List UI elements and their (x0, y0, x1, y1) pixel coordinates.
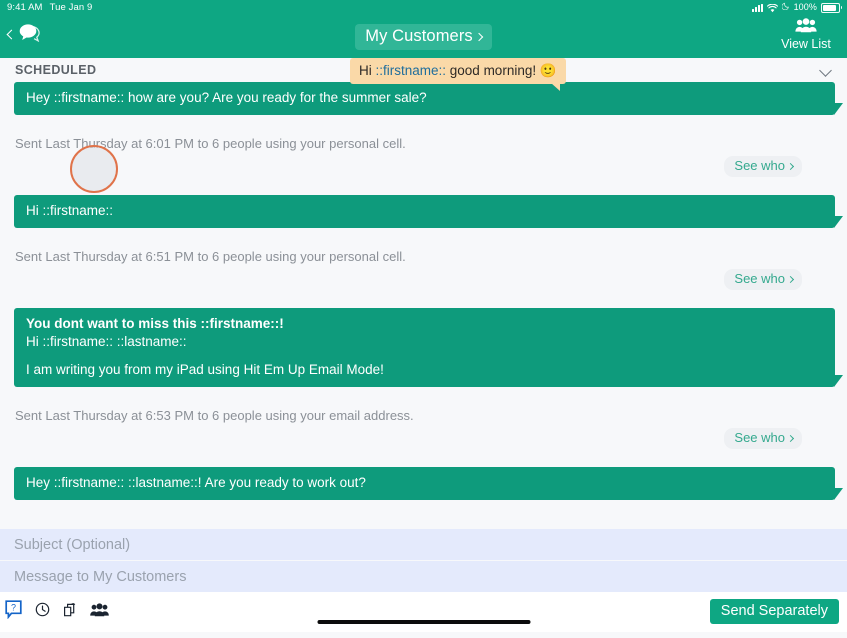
message-bubble[interactable]: Hi ::firstname:: (14, 195, 843, 228)
status-bar: 9:41 AM Tue Jan 9 100% (0, 0, 847, 15)
list-item: Hi ::firstname:: Sent Last Thursday at 6… (0, 195, 847, 290)
chevron-right-icon (786, 434, 795, 442)
see-who-row: See who (0, 269, 847, 290)
see-who-label: See who (734, 430, 785, 445)
composer: Subject (Optional) Message to My Custome… (0, 528, 847, 638)
navigation-bar: My Customers View List (0, 15, 847, 58)
nav-title-label: My Customers (365, 27, 473, 45)
scheduled-message-list[interactable]: Hey ::firstname:: how are you? Are you r… (0, 82, 847, 528)
see-who-button[interactable]: See who (724, 269, 802, 290)
svg-text:?: ? (11, 603, 16, 613)
wifi-icon (766, 3, 778, 13)
chevron-down-icon[interactable] (819, 64, 832, 77)
duplicate-copy-icon[interactable] (62, 602, 78, 618)
message-line: Hi ::firstname:: ::lastname:: (26, 334, 187, 349)
see-who-button[interactable]: See who (724, 156, 802, 177)
sample-message-tooltip: Hi ::firstname:: good morning! 🙂 (350, 58, 566, 91)
sent-meta: Sent Last Thursday at 6:51 PM to 6 peopl… (15, 249, 406, 264)
message-bubble[interactable]: You dont want to miss this ::firstname::… (14, 308, 843, 387)
message-line-blank (26, 351, 823, 361)
nav-title-wrap: My Customers (0, 24, 847, 50)
divider (0, 290, 847, 308)
see-who-button[interactable]: See who (724, 428, 802, 449)
bottom-strip (0, 632, 847, 638)
see-who-label: See who (734, 158, 785, 173)
list-item: Hey ::firstname:: how are you? Are you r… (0, 82, 847, 177)
see-who-row: See who (0, 156, 847, 177)
app-root: 9:41 AM Tue Jan 9 100% My Customers View… (0, 0, 847, 638)
list-item: You dont want to miss this ::firstname::… (0, 308, 847, 449)
status-bar-left: 9:41 AM Tue Jan 9 (7, 0, 92, 15)
status-date: Tue Jan 9 (49, 2, 93, 13)
tooltip-suffix: good morning! (446, 63, 540, 78)
sent-meta: Sent Last Thursday at 6:01 PM to 6 peopl… (15, 136, 406, 151)
see-who-label: See who (734, 271, 785, 286)
smiley-icon: 🙂 (539, 63, 557, 78)
message-line: Hi ::firstname:: (26, 203, 114, 218)
battery-percent: 100% (793, 2, 817, 12)
status-bar-right: 100% (751, 0, 842, 15)
battery-icon (821, 2, 842, 13)
message-bubble[interactable]: Hey ::firstname:: ::lastname::! Are you … (14, 467, 843, 500)
chevron-right-icon (786, 275, 795, 283)
view-list-label: View List (781, 37, 831, 51)
cellular-signal-icon (751, 3, 763, 12)
help-question-icon[interactable]: ? (4, 600, 23, 619)
message-placeholder: Message to My Customers (14, 568, 187, 585)
view-list-button[interactable]: View List (771, 18, 841, 51)
message-bubble[interactable]: Hey ::firstname:: how are you? Are you r… (14, 82, 843, 115)
sent-meta: Sent Last Thursday at 6:53 PM to 6 peopl… (15, 408, 414, 423)
status-time: 9:41 AM (7, 2, 43, 13)
message-line: I am writing you from my iPad using Hit … (26, 362, 384, 377)
message-line: Hey ::firstname:: how are you? Are you r… (26, 90, 427, 105)
send-separately-button[interactable]: Send Separately (709, 599, 839, 624)
clock-icon[interactable] (35, 602, 50, 617)
home-indicator (317, 620, 530, 624)
message-line: Hey ::firstname:: ::lastname::! Are you … (26, 475, 366, 490)
divider (0, 177, 847, 195)
subject-placeholder: Subject (Optional) (14, 536, 131, 553)
group-people-icon (795, 18, 817, 36)
composer-tool-icons: ? (4, 600, 109, 619)
divider (0, 449, 847, 467)
moon-icon (781, 0, 790, 15)
chevron-right-icon (474, 32, 484, 41)
list-selector-button[interactable]: My Customers (355, 24, 492, 50)
tooltip-prefix: Hi (359, 63, 376, 78)
subject-input[interactable]: Subject (Optional) (0, 528, 847, 560)
message-input[interactable]: Message to My Customers (0, 560, 847, 592)
group-people-icon[interactable] (90, 602, 109, 617)
message-line: You dont want to miss this ::firstname::… (26, 316, 284, 331)
list-item: Hey ::firstname:: ::lastname::! Are you … (0, 467, 847, 500)
tooltip-placeholder-token: ::firstname:: (375, 63, 447, 78)
see-who-row: See who (0, 428, 847, 449)
chevron-right-icon (786, 162, 795, 170)
scheduled-label: SCHEDULED (15, 63, 97, 77)
